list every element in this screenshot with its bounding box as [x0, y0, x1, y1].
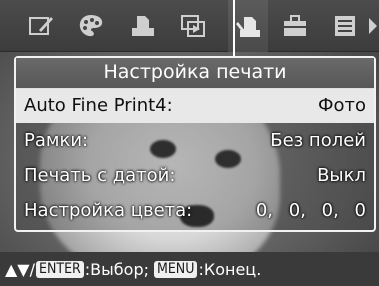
- row-value: 0, 0, 0, 0: [255, 200, 366, 221]
- menu-row-frames[interactable]: Рамки: Без полей: [16, 123, 374, 158]
- menu-row-date-print[interactable]: Печать с датой: Выкл: [16, 158, 374, 193]
- menu-hint: :Конец.: [198, 259, 262, 279]
- row-label: Auto Fine Print4:: [24, 95, 173, 116]
- menu-key-badge: MENU: [153, 260, 198, 278]
- menu-icon-bar: [0, 0, 379, 52]
- menu-row-auto-fine-print[interactable]: Auto Fine Print4: Фото: [16, 89, 374, 123]
- scroll-right-arrow[interactable]: [369, 18, 377, 34]
- print-icon[interactable]: [128, 11, 158, 41]
- palette-icon[interactable]: [76, 11, 106, 41]
- row-label: Печать с датой:: [24, 165, 176, 186]
- selection-marker: [233, 0, 235, 62]
- hint-bar: ▲▼/ ENTER :Выбор; MENU :Конец.: [0, 252, 379, 286]
- arrows-hint: ▲▼/: [5, 259, 35, 279]
- list-icon[interactable]: [330, 11, 360, 41]
- row-value: Без полей: [270, 130, 366, 151]
- slideshow-icon[interactable]: [178, 11, 208, 41]
- enter-key-badge: ENTER: [36, 260, 84, 278]
- panel-title: Настройка печати: [16, 58, 374, 89]
- edit-icon[interactable]: [26, 11, 56, 41]
- row-label: Рамки:: [24, 130, 89, 151]
- row-value: Фото: [317, 95, 366, 116]
- row-label: Настройка цвета:: [24, 200, 193, 221]
- toolbox-icon[interactable]: [280, 11, 310, 41]
- print-settings-panel: Настройка печати Auto Fine Print4: Фото …: [14, 56, 376, 232]
- enter-hint: :Выбор;: [84, 259, 149, 279]
- row-value: Выкл: [317, 165, 366, 186]
- menu-row-color-adjust[interactable]: Настройка цвета: 0, 0, 0, 0: [16, 193, 374, 228]
